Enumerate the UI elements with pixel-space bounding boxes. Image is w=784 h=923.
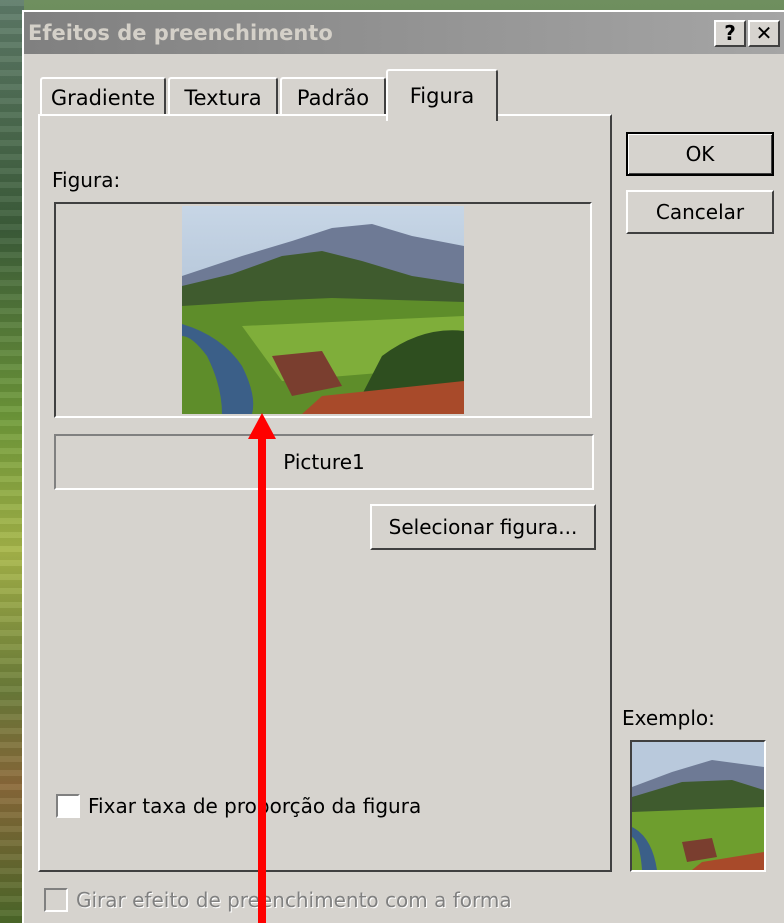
tab-pattern[interactable]: Padrão bbox=[280, 77, 386, 117]
select-picture-button[interactable]: Selecionar figura... bbox=[370, 504, 596, 550]
cancel-button[interactable]: Cancelar bbox=[626, 190, 774, 234]
tab-gradient[interactable]: Gradiente bbox=[40, 77, 166, 117]
fill-effects-dialog: Efeitos de preenchimento ? ✕ Gradiente T… bbox=[22, 10, 784, 923]
lock-aspect-checkbox[interactable] bbox=[56, 794, 80, 818]
picture-preview bbox=[54, 202, 592, 418]
window-title: Efeitos de preenchimento bbox=[28, 21, 333, 45]
tab-picture[interactable]: Figura bbox=[386, 69, 498, 121]
picture-label: Figura: bbox=[52, 168, 121, 192]
picture-tab-panel: Figura: Picture1 Selecionar figura... Fi… bbox=[38, 114, 612, 872]
tab-texture[interactable]: Textura bbox=[168, 77, 278, 117]
close-icon: ✕ bbox=[755, 21, 773, 45]
background-landscape bbox=[0, 0, 24, 923]
ok-button[interactable]: OK bbox=[626, 132, 774, 176]
landscape-photo bbox=[182, 206, 464, 414]
example-label: Exemplo: bbox=[622, 706, 715, 730]
rotate-fill-checkbox bbox=[44, 888, 68, 912]
rotate-fill-label: Girar efeito de preenchimento com a form… bbox=[76, 888, 512, 912]
title-bar[interactable]: Efeitos de preenchimento ? ✕ bbox=[24, 12, 784, 54]
picture-name-field: Picture1 bbox=[54, 434, 594, 490]
close-button[interactable]: ✕ bbox=[748, 20, 780, 47]
lock-aspect-row[interactable]: Fixar taxa de proporção da figura bbox=[56, 794, 421, 818]
help-button[interactable]: ? bbox=[714, 20, 746, 47]
red-arrow-annotation bbox=[248, 413, 276, 923]
example-preview bbox=[630, 740, 766, 872]
